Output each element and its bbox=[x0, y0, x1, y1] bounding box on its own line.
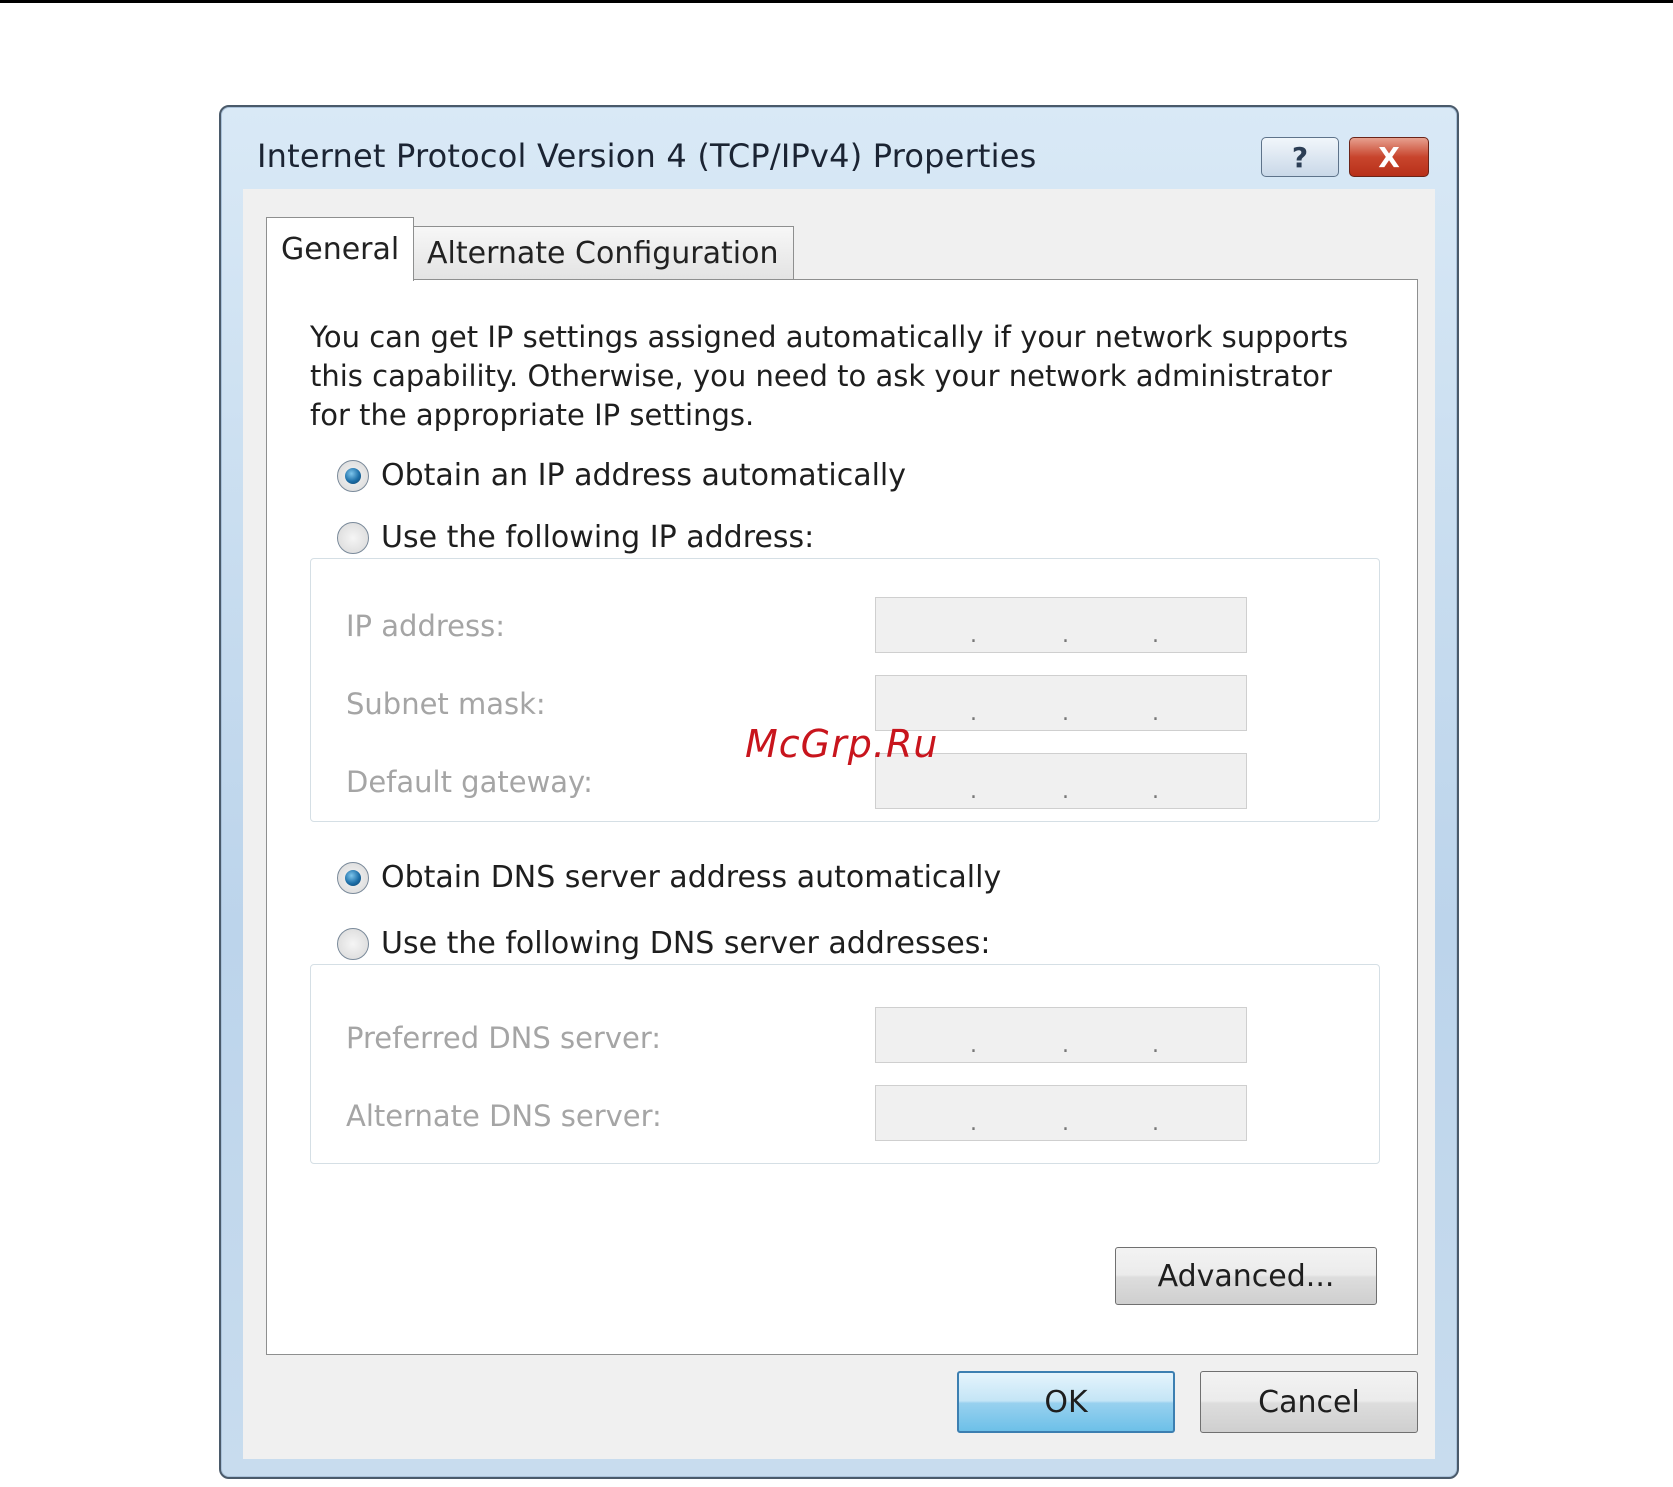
radio-label: Obtain an IP address automatically bbox=[381, 458, 907, 493]
radio-obtain-dns-auto[interactable]: Obtain DNS server address automatically bbox=[337, 860, 1010, 895]
ip-dot: . bbox=[1062, 623, 1069, 648]
alternate-dns-input[interactable]: . . . bbox=[875, 1085, 1247, 1141]
dns-server-group: Preferred DNS server: . . . Alternate DN… bbox=[310, 964, 1380, 1164]
preferred-dns-label: Preferred DNS server: bbox=[346, 1021, 662, 1055]
radio-use-following-ip[interactable]: Use the following IP address: bbox=[337, 520, 823, 555]
preferred-dns-input[interactable]: . . . bbox=[875, 1007, 1247, 1063]
general-tab-panel: You can get IP settings assigned automat… bbox=[266, 279, 1418, 1355]
ip-dot: . bbox=[970, 701, 977, 726]
radio-unselected-icon bbox=[337, 521, 369, 554]
ip-address-input[interactable]: . . . bbox=[875, 597, 1247, 653]
subnet-mask-label: Subnet mask: bbox=[346, 687, 546, 721]
radio-unselected-icon bbox=[337, 927, 369, 960]
close-button[interactable]: X bbox=[1349, 137, 1429, 177]
default-gateway-label: Default gateway: bbox=[346, 765, 593, 799]
advanced-button[interactable]: Advanced... bbox=[1115, 1247, 1377, 1305]
intro-line: for the appropriate IP settings. bbox=[310, 398, 755, 432]
ip-dot: . bbox=[1062, 1111, 1069, 1136]
properties-dialog: Internet Protocol Version 4 (TCP/IPv4) P… bbox=[219, 105, 1459, 1479]
page-top-rule bbox=[0, 0, 1673, 3]
help-button[interactable]: ? bbox=[1261, 137, 1339, 177]
ip-dot: . bbox=[1152, 1111, 1159, 1136]
radio-label: Obtain DNS server address automatically bbox=[381, 860, 1002, 895]
ip-dot: . bbox=[970, 1111, 977, 1136]
ip-dot: . bbox=[1152, 623, 1159, 648]
ip-dot: . bbox=[1152, 1033, 1159, 1058]
alternate-dns-label: Alternate DNS server: bbox=[346, 1099, 662, 1133]
intro-line: this capability. Otherwise, you need to … bbox=[310, 359, 1332, 393]
intro-text: You can get IP settings assigned automat… bbox=[310, 318, 1350, 435]
ip-address-label: IP address: bbox=[346, 609, 505, 643]
close-icon: X bbox=[1378, 140, 1400, 174]
dialog-client-area: General Alternate Configuration You can … bbox=[243, 189, 1435, 1459]
ip-dot: . bbox=[1062, 779, 1069, 804]
ip-dot: . bbox=[1152, 701, 1159, 726]
ip-dot: . bbox=[1062, 701, 1069, 726]
ip-dot: . bbox=[970, 1033, 977, 1058]
radio-label: Use the following DNS server addresses: bbox=[381, 926, 991, 961]
ip-dot: . bbox=[1152, 779, 1159, 804]
radio-label: Use the following IP address: bbox=[381, 520, 815, 555]
radio-selected-icon bbox=[337, 861, 369, 894]
dialog-title: Internet Protocol Version 4 (TCP/IPv4) P… bbox=[257, 137, 1037, 175]
cancel-button[interactable]: Cancel bbox=[1200, 1371, 1418, 1433]
watermark-text: McGrp.Ru bbox=[745, 722, 939, 766]
ip-dot: . bbox=[970, 779, 977, 804]
tab-general[interactable]: General bbox=[266, 217, 415, 281]
ok-button[interactable]: OK bbox=[957, 1371, 1175, 1433]
radio-use-following-dns[interactable]: Use the following DNS server addresses: bbox=[337, 926, 999, 961]
help-icon: ? bbox=[1291, 140, 1309, 174]
ip-dot: . bbox=[1062, 1033, 1069, 1058]
intro-line: You can get IP settings assigned automat… bbox=[310, 320, 1349, 354]
ip-dot: . bbox=[970, 623, 977, 648]
tab-alternate-configuration[interactable]: Alternate Configuration bbox=[412, 226, 794, 280]
ip-address-group: IP address: . . . Subnet mask: . . . Def… bbox=[310, 558, 1380, 822]
radio-obtain-ip-auto[interactable]: Obtain an IP address automatically bbox=[337, 458, 915, 493]
radio-selected-icon bbox=[337, 459, 369, 492]
